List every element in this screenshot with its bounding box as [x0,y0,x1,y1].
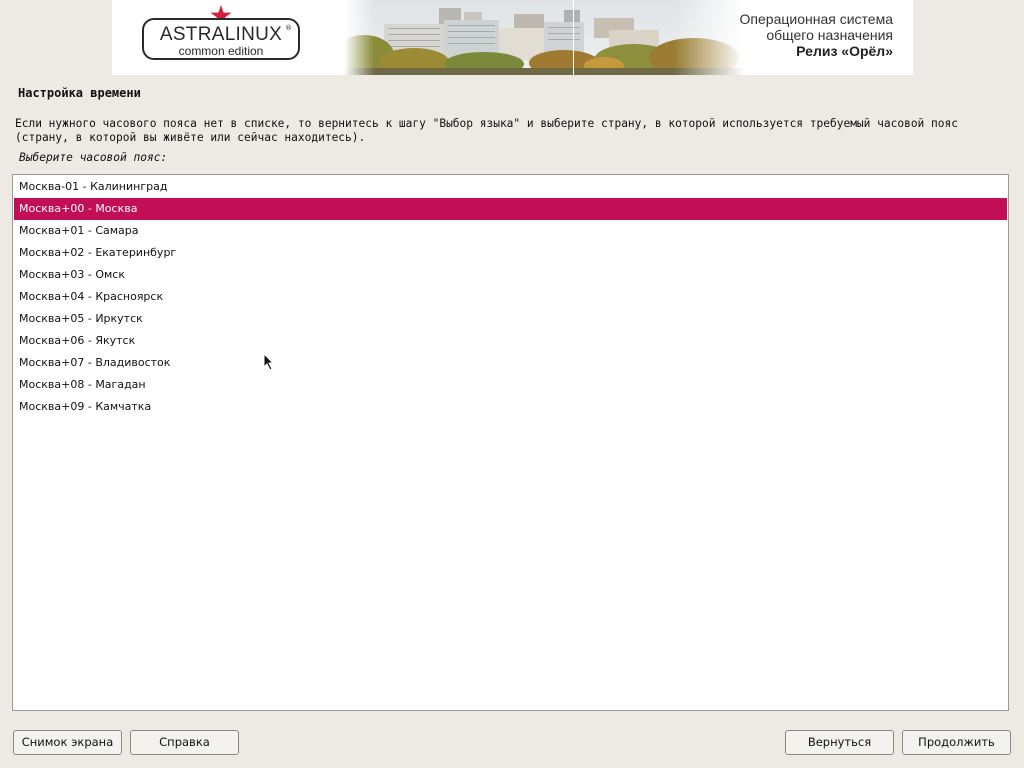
mouse-pointer-icon [263,353,275,371]
logo-subtitle: common edition [178,44,264,58]
logo-frame: ASTRALINUX ® common edition [142,18,300,60]
timezone-list-item[interactable]: Москва+02 - Екатеринбург [14,242,1007,264]
release-line-2: общего назначения [766,27,893,43]
logo-title: ASTRALINUX [159,24,283,45]
timezone-list-item[interactable]: Москва+07 - Владивосток [14,352,1007,374]
header-banner: ASTRALINUX ® common edition Операционная… [112,0,913,75]
release-info: Операционная система общего назначения Р… [740,11,893,59]
city-panorama-image [344,0,744,75]
continue-button[interactable]: Продолжить [902,730,1011,755]
help-button[interactable]: Справка [130,730,239,755]
timezone-list-item[interactable]: Москва+04 - Красноярск [14,286,1007,308]
timezone-list-item[interactable]: Москва+01 - Самара [14,220,1007,242]
description-text: Если нужного часового пояса нет в списке… [15,117,958,144]
astralinux-logo: ASTRALINUX ® common edition [112,0,344,75]
release-line-1: Операционная система [739,11,893,27]
timezone-list-item[interactable]: Москва+09 - Камчатка [14,396,1007,418]
timezone-list-item[interactable]: Москва-01 - Калининград [14,176,1007,198]
back-button[interactable]: Вернуться [785,730,894,755]
timezone-list-item[interactable]: Москва+08 - Магадан [14,374,1007,396]
timezone-list-item[interactable]: Москва+00 - Москва [14,198,1007,220]
page-title: Настройка времени [18,86,141,100]
timezone-list-item[interactable]: Москва+05 - Иркутск [14,308,1007,330]
timezone-list-item[interactable]: Москва+06 - Якутск [14,330,1007,352]
registered-mark: ® [285,24,292,32]
timezone-prompt: Выберите часовой пояс: [19,151,168,164]
screenshot-button[interactable]: Снимок экрана [13,730,122,755]
timezone-list[interactable]: Москва-01 - Калининград Москва+00 - Москв… [12,174,1009,711]
release-name: Релиз «Орёл» [796,43,893,59]
timezone-list-item[interactable]: Москва+03 - Омск [14,264,1007,286]
